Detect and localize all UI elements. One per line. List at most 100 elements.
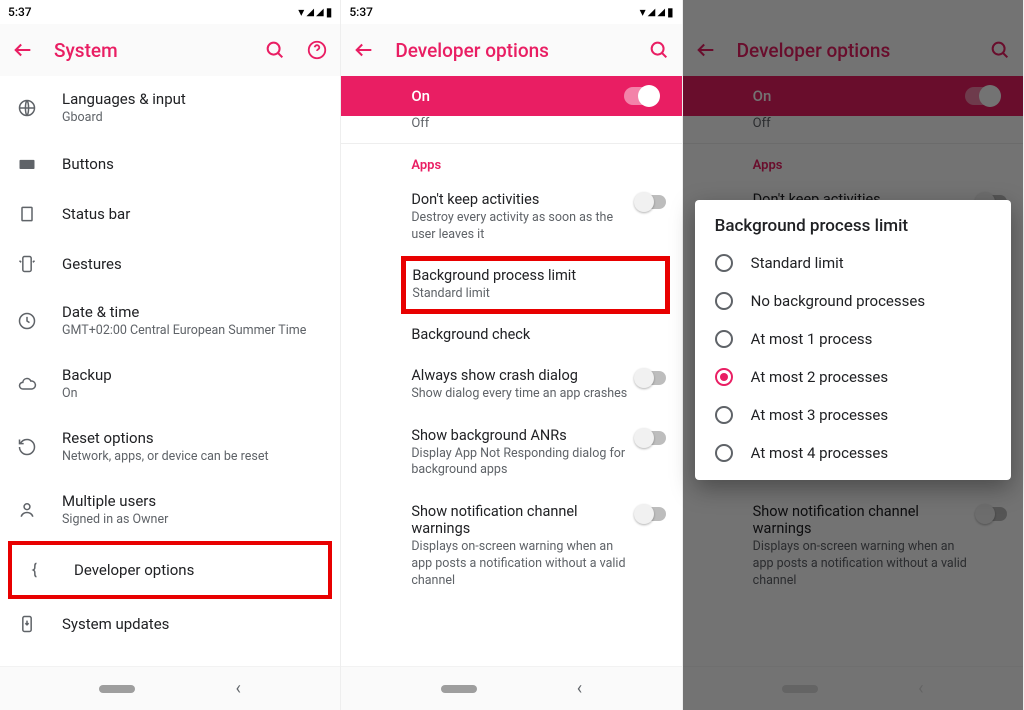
status-icons: ▾ ◢ ◢ ▮ xyxy=(640,5,674,19)
toggle-switch-icon[interactable] xyxy=(636,195,666,209)
signal-icon-2: ◢ xyxy=(316,7,324,18)
nav-bar: ‹ xyxy=(0,666,340,710)
toggle-switch-icon[interactable] xyxy=(624,87,658,105)
dialog-title: Background process limit xyxy=(695,216,1011,244)
item-label: Status bar xyxy=(62,205,324,223)
radio-option-standard-limit[interactable]: Standard limit xyxy=(695,244,1011,282)
back-icon[interactable] xyxy=(12,39,34,61)
clock-icon xyxy=(16,310,38,332)
item-text: System updates xyxy=(62,615,324,633)
radio-label: At most 3 processes xyxy=(751,406,888,424)
settings-item-buttons[interactable]: Buttons xyxy=(0,139,340,189)
nav-bar: ‹ xyxy=(341,666,681,710)
help-icon[interactable] xyxy=(306,39,328,61)
settings-item-gestures[interactable]: Gestures xyxy=(0,239,340,289)
item-text: Status bar xyxy=(62,205,324,223)
radio-option-no-background-processes[interactable]: No background processes xyxy=(695,282,1011,320)
settings-item-languages-input[interactable]: Languages & input Gboard xyxy=(0,76,340,139)
radio-icon[interactable] xyxy=(715,254,733,272)
status-icons: ▾ ◢ ◢ ▮ xyxy=(298,5,332,19)
setting-label: Always show crash dialog xyxy=(411,367,627,384)
setting-sub: Display App Not Responding dialog for ba… xyxy=(411,446,627,480)
signal-icon: ◢ xyxy=(648,7,656,18)
setting-sub: Destroy every activity as soon as the us… xyxy=(411,210,627,244)
status-bar: 5:37 ▾ ◢ ◢ ▮ xyxy=(0,0,340,24)
item-sub: Gboard xyxy=(62,110,324,125)
item-text: Languages & input Gboard xyxy=(62,90,324,125)
settings-item-reset-options[interactable]: Reset options Network, apps, or device c… xyxy=(0,415,340,478)
setting-show-background-anrs[interactable]: Show background ANRs Display App Not Res… xyxy=(341,415,681,492)
radio-option-at-most-1-process[interactable]: At most 1 process xyxy=(695,320,1011,358)
radio-label: Standard limit xyxy=(751,254,844,272)
radio-label: At most 4 processes xyxy=(751,444,888,462)
restore-icon xyxy=(16,436,38,458)
item-sub: GMT+02:00 Central European Summer Time xyxy=(62,323,324,338)
setting-don-t-keep-activities[interactable]: Don't keep activities Destroy every acti… xyxy=(341,179,681,256)
item-label: Reset options xyxy=(62,429,324,447)
pane-bg-process-limit-dialog: 5:38 ▾ ◢ ◢ ▮ Developer options On Off A xyxy=(683,0,1024,710)
settings-item-developer-options[interactable]: Developer options xyxy=(12,545,328,595)
settings-item-system-updates[interactable]: System updates xyxy=(0,599,340,649)
toggle-switch-icon[interactable] xyxy=(636,507,666,521)
radio-icon[interactable] xyxy=(715,406,733,424)
nav-pill[interactable] xyxy=(441,685,477,693)
cloud-icon xyxy=(16,373,38,395)
setting-sub: Displays on-screen warning when an app p… xyxy=(411,539,627,590)
radio-label: At most 2 processes xyxy=(751,368,888,386)
radio-icon[interactable] xyxy=(715,444,733,462)
setting-background-check[interactable]: Background check xyxy=(341,314,681,355)
item-sub: On xyxy=(62,386,324,401)
setting-text: Background check xyxy=(411,326,665,343)
item-label: Buttons xyxy=(62,155,324,173)
nav-back-icon[interactable]: ‹ xyxy=(577,678,582,699)
item-label: Backup xyxy=(62,366,324,384)
dev-options-master-toggle[interactable]: On xyxy=(341,76,681,116)
radio-icon[interactable] xyxy=(715,292,733,310)
setting-text: Don't keep activities Destroy every acti… xyxy=(411,191,627,244)
item-label: Gestures xyxy=(62,255,324,273)
bg-process-limit-dialog: Background process limit Standard limit … xyxy=(695,200,1011,480)
clock-time: 5:37 xyxy=(8,5,32,19)
radio-option-at-most-2-processes[interactable]: At most 2 processes xyxy=(695,358,1011,396)
toggle-switch-icon[interactable] xyxy=(636,431,666,445)
settings-item-multiple-users[interactable]: Multiple users Signed in as Owner xyxy=(0,478,340,541)
setting-label: Background check xyxy=(411,326,665,343)
phone-move-icon xyxy=(16,253,38,275)
clock-time: 5:37 xyxy=(349,5,373,19)
radio-label: No background processes xyxy=(751,292,925,310)
setting-label[interactable]: Background process limit xyxy=(412,267,658,284)
radio-icon[interactable] xyxy=(715,330,733,348)
radio-option-at-most-3-processes[interactable]: At most 3 processes xyxy=(695,396,1011,434)
settings-item-backup[interactable]: Backup On xyxy=(0,352,340,415)
highlight-bg-process-limit: Background process limit Standard limit xyxy=(401,256,669,314)
setting-label: Show background ANRs xyxy=(411,427,627,444)
setting-sub: Standard limit xyxy=(412,286,658,303)
settings-item-date-time[interactable]: Date & time GMT+02:00 Central European S… xyxy=(0,289,340,352)
battery-icon: ▮ xyxy=(326,5,333,19)
setting-sub: Show dialog every time an app crashes xyxy=(411,386,627,403)
wifi-icon: ▾ xyxy=(298,5,304,19)
item-label: Languages & input xyxy=(62,90,324,108)
radio-icon[interactable] xyxy=(715,368,733,386)
item-text: Gestures xyxy=(62,255,324,273)
toggle-switch-icon[interactable] xyxy=(636,371,666,385)
settings-list: Languages & input Gboard Buttons Status … xyxy=(0,76,340,666)
settings-item-status-bar[interactable]: Status bar xyxy=(0,189,340,239)
item-label: Developer options xyxy=(74,561,312,579)
radio-option-at-most-4-processes[interactable]: At most 4 processes xyxy=(695,434,1011,472)
app-bar: Developer options xyxy=(341,24,681,76)
braces-icon xyxy=(28,559,50,581)
pane-system: 5:37 ▾ ◢ ◢ ▮ System Languages & input Gb… xyxy=(0,0,341,710)
item-label: System updates xyxy=(62,615,324,633)
setting-always-show-crash-dialog[interactable]: Always show crash dialog Show dialog eve… xyxy=(341,355,681,415)
search-icon[interactable] xyxy=(264,39,286,61)
nav-pill[interactable] xyxy=(99,685,135,693)
setting-show-notification-channel-warnings[interactable]: Show notification channel warnings Displ… xyxy=(341,491,681,602)
item-text: Developer options xyxy=(74,561,312,579)
search-icon[interactable] xyxy=(648,39,670,61)
nav-back-icon[interactable]: ‹ xyxy=(235,678,240,699)
item-text: Backup On xyxy=(62,366,324,401)
item-text: Multiple users Signed in as Owner xyxy=(62,492,324,527)
setting-text: Always show crash dialog Show dialog eve… xyxy=(411,367,627,403)
back-icon[interactable] xyxy=(353,39,375,61)
